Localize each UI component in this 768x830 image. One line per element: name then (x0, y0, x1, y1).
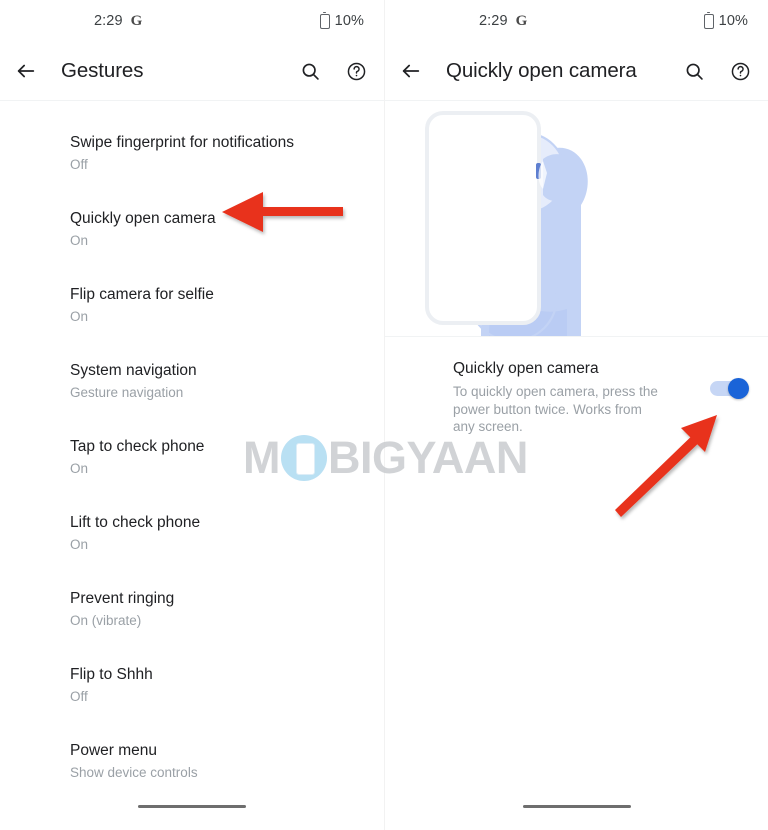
list-item-title: Quickly open camera (70, 209, 216, 227)
list-item[interactable]: Prevent ringing On (vibrate) (0, 571, 384, 647)
list-item-summary: Off (70, 688, 88, 704)
list-item-summary: On (70, 308, 89, 324)
battery-percent-label: 10% (718, 13, 748, 29)
list-item[interactable]: Power menu Show device controls (0, 723, 384, 799)
mobigyaan-watermark: M BIGYAAN (243, 432, 528, 484)
page-title: Quickly open camera (446, 59, 637, 82)
quickly-open-camera-toggle[interactable] (710, 378, 749, 399)
google-g-icon: G (515, 12, 528, 29)
list-item-summary: Show device controls (70, 764, 198, 780)
back-arrow-icon[interactable] (14, 59, 38, 83)
list-item-summary: On (70, 232, 89, 248)
list-item[interactable]: Lift to check phone On (0, 495, 384, 571)
list-item[interactable]: Flip camera for selfie On (0, 267, 384, 343)
watermark-phone-logo-icon (281, 435, 327, 481)
list-item-title: Flip to Shhh (70, 665, 153, 683)
battery-icon (703, 11, 714, 29)
list-item-title: Power menu (70, 741, 158, 759)
right-app-bar: Quickly open camera (385, 42, 768, 100)
watermark-text-before: M (243, 432, 281, 483)
quickly-open-camera-setting-row[interactable]: Quickly open camera To quickly open came… (385, 337, 768, 436)
list-item[interactable]: Quickly open camera On (0, 191, 384, 267)
list-item[interactable]: Flip to Shhh Off (0, 647, 384, 723)
help-circle-icon[interactable] (728, 59, 752, 83)
right-app-bar-actions (682, 59, 752, 83)
home-gesture-bar[interactable] (138, 804, 246, 808)
page-title: Gestures (61, 59, 144, 82)
left-app-bar-actions (298, 59, 368, 83)
list-item[interactable]: Swipe fingerprint for notifications Off (0, 115, 384, 191)
setting-description: To quickly open camera, press the power … (453, 384, 658, 434)
watermark-phone-shape (296, 443, 315, 475)
list-item-summary: Gesture navigation (70, 384, 184, 400)
left-app-bar: Gestures (0, 42, 384, 100)
list-item-summary: Off (70, 156, 88, 172)
list-item-summary: On (vibrate) (70, 612, 142, 628)
list-item-title: Flip camera for selfie (70, 285, 214, 303)
watermark-text-after: BIGYAAN (328, 432, 528, 483)
setting-text-group: Quickly open camera To quickly open came… (453, 359, 710, 436)
list-item-title: Swipe fingerprint for notifications (70, 133, 295, 151)
right-status-bar: 2:29 G 10% (385, 0, 768, 42)
search-icon[interactable] (298, 59, 322, 83)
right-status-left-group: 2:29 G (479, 13, 527, 29)
left-phone-screen: 2:29 G 10% Gestures Swipe fingerprint fo… (0, 0, 384, 830)
list-item[interactable]: System navigation Gesture navigation (0, 343, 384, 419)
status-time: 2:29 (94, 13, 123, 29)
help-circle-icon[interactable] (344, 59, 368, 83)
google-g-icon: G (130, 12, 143, 29)
toggle-thumb (728, 378, 749, 399)
battery-icon (319, 11, 330, 29)
setting-title: Quickly open camera (453, 360, 599, 377)
right-phone-screen: 2:29 G 10% Quickly open camera Quickly o… (384, 0, 768, 830)
list-item-title: Prevent ringing (70, 589, 175, 607)
list-item-summary: On (70, 536, 89, 552)
left-status-left-group: 2:29 G (94, 13, 142, 29)
status-time: 2:29 (479, 13, 508, 29)
battery-percent-label: 10% (334, 13, 364, 29)
right-status-right-group: 10% (703, 11, 748, 29)
list-item-title: System navigation (70, 361, 197, 379)
search-icon[interactable] (682, 59, 706, 83)
back-arrow-icon[interactable] (399, 59, 423, 83)
list-item-title: Lift to check phone (70, 513, 201, 531)
hand-holding-phone-illustration (385, 101, 768, 336)
left-status-right-group: 10% (319, 11, 364, 29)
left-status-bar: 2:29 G 10% (0, 0, 384, 42)
home-gesture-bar[interactable] (522, 804, 631, 808)
dual-screenshot-container: 2:29 G 10% Gestures Swipe fingerprint fo… (0, 0, 768, 830)
